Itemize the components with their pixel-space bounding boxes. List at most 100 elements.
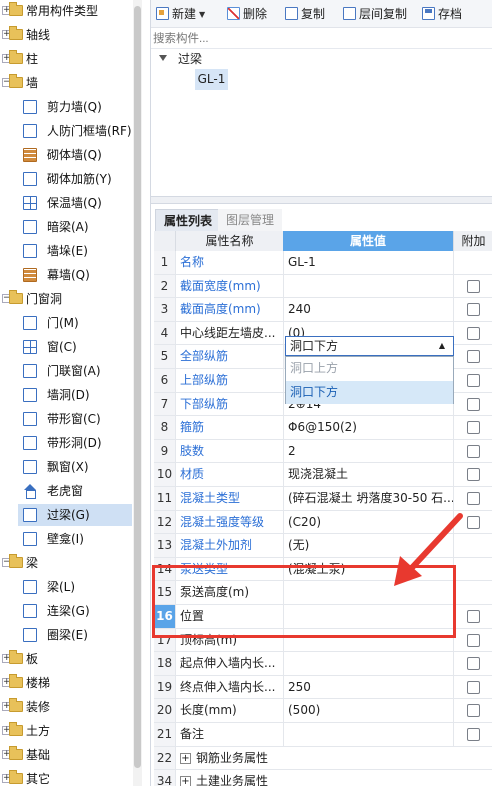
- table-row[interactable]: 18 起点伸入墙内长...: [154, 652, 492, 676]
- table-row[interactable]: 2 截面宽度(mm): [154, 274, 492, 299]
- option-above-opening[interactable]: 洞口上方: [286, 357, 453, 380]
- tree-item-label: 常用构件类型: [26, 4, 99, 19]
- tree-item[interactable]: + 装修: [0, 696, 132, 718]
- attach-checkbox[interactable]: [467, 421, 480, 435]
- attach-checkbox[interactable]: [467, 444, 480, 458]
- tree-item[interactable]: 过梁(G): [18, 504, 132, 527]
- delete-button[interactable]: 删除: [227, 4, 267, 24]
- attach-checkbox[interactable]: [467, 515, 480, 529]
- tree-item[interactable]: − 梁: [0, 552, 132, 574]
- tree-item[interactable]: 幕墙(Q): [18, 264, 132, 286]
- tree-item[interactable]: 墙洞(D): [18, 384, 132, 406]
- tree-item[interactable]: − 门窗洞: [0, 288, 132, 310]
- table-row-group[interactable]: 22 + 钢筋业务属性: [154, 746, 492, 771]
- tree-item[interactable]: + 土方: [0, 720, 132, 742]
- attach-checkbox[interactable]: [467, 680, 480, 694]
- attach-checkbox[interactable]: [467, 633, 480, 647]
- attach-checkbox[interactable]: [467, 704, 480, 718]
- attach-checkbox[interactable]: [467, 279, 480, 293]
- tree-item[interactable]: 梁(L): [18, 576, 132, 598]
- property-name: 截面高度(mm): [175, 298, 283, 321]
- tree-item[interactable]: 砌体加筋(Y): [18, 168, 132, 190]
- property-value[interactable]: Φ6@150(2): [283, 416, 453, 439]
- save-button[interactable]: 存档: [422, 4, 462, 24]
- tree-item[interactable]: 砌体墙(Q): [18, 144, 132, 166]
- attach-checkbox[interactable]: [467, 468, 480, 482]
- search-input[interactable]: [153, 31, 489, 47]
- tree-item[interactable]: 圈梁(E): [18, 624, 132, 646]
- tree-item[interactable]: 人防门框墙(RF): [18, 120, 132, 142]
- property-value[interactable]: [283, 652, 453, 675]
- tree-item[interactable]: + 柱: [0, 48, 132, 70]
- expand-icon[interactable]: +: [180, 776, 191, 786]
- copy-label: 复制: [301, 7, 326, 21]
- extra-cell: [453, 274, 492, 298]
- tab-properties[interactable]: 属性列表: [155, 209, 222, 231]
- tree-scrollbar[interactable]: [133, 0, 142, 786]
- panel-splitter[interactable]: [151, 196, 492, 204]
- tree-item[interactable]: 门联窗(A): [18, 360, 132, 382]
- tree-item[interactable]: 老虎窗: [18, 480, 132, 502]
- collapse-triangle-icon[interactable]: [159, 55, 167, 61]
- attach-checkbox[interactable]: [467, 303, 480, 317]
- tree-scrollbar-thumb[interactable]: [134, 6, 141, 768]
- property-value[interactable]: (500): [283, 699, 453, 722]
- table-row[interactable]: 10 材质 现浇混凝土: [154, 463, 492, 487]
- table-row[interactable]: 19 终点伸入墙内长... 250: [154, 675, 492, 700]
- tree-item[interactable]: 门(M): [18, 312, 132, 334]
- property-value[interactable]: 现浇混凝土: [283, 463, 453, 486]
- option-below-opening[interactable]: 洞口下方: [286, 381, 453, 404]
- attach-checkbox[interactable]: [467, 397, 480, 411]
- position-dropdown[interactable]: 洞口下方 ▲: [285, 336, 454, 356]
- tree-item[interactable]: 带形窗(C): [18, 408, 132, 430]
- tree-item[interactable]: 连梁(G): [18, 600, 132, 622]
- table-row[interactable]: 20 长度(mm) (500): [154, 699, 492, 723]
- attach-checkbox[interactable]: [467, 350, 480, 364]
- attach-checkbox[interactable]: [467, 728, 480, 741]
- attach-checkbox[interactable]: [467, 610, 480, 623]
- expand-icon[interactable]: +: [180, 752, 191, 764]
- tree-item[interactable]: − 墙: [0, 72, 132, 94]
- tree-item[interactable]: + 楼梯: [0, 672, 132, 694]
- copy-button[interactable]: 复制: [285, 4, 325, 24]
- attach-checkbox[interactable]: [467, 657, 480, 671]
- tab-layers[interactable]: 图层管理: [218, 209, 283, 231]
- tree-item[interactable]: + 基础: [0, 744, 132, 766]
- tree-item[interactable]: 暗梁(A): [18, 216, 132, 238]
- tree-item[interactable]: + 常用构件类型: [0, 0, 132, 22]
- property-value[interactable]: [283, 274, 453, 298]
- component-type-tree: + 常用构件类型 + 轴线 + 柱 − 墙剪力墙(Q) 人防门框墙(RF) 砌体墙(Q) 砌体加筋(…: [0, 0, 142, 786]
- floor-copy-button[interactable]: 层间复制: [343, 4, 407, 24]
- property-value[interactable]: GL-1: [283, 251, 453, 274]
- tree-item[interactable]: + 其它: [0, 768, 132, 786]
- property-value[interactable]: 250: [283, 675, 453, 699]
- table-row[interactable]: 8 箍筋 Φ6@150(2): [154, 416, 492, 440]
- table-row[interactable]: 9 肢数 2: [154, 439, 492, 464]
- table-row[interactable]: 3 截面高度(mm) 240: [154, 298, 492, 322]
- tree-item[interactable]: + 轴线: [0, 24, 132, 46]
- table-row[interactable]: 1 名称 GL-1: [154, 251, 492, 275]
- table-row[interactable]: 11 混凝土类型 (碎石混凝土 坍落度30-50 石...: [154, 487, 492, 511]
- tree-item[interactable]: 飘窗(X): [18, 456, 132, 478]
- table-row[interactable]: 21 备注: [154, 723, 492, 747]
- component-group-label[interactable]: 过梁: [178, 50, 202, 68]
- table-row-group[interactable]: 34 + 土建业务属性: [154, 770, 492, 786]
- new-button[interactable]: 新建 ▼: [156, 4, 205, 24]
- tree-item[interactable]: 壁龛(I): [18, 528, 132, 550]
- property-value[interactable]: [283, 723, 453, 746]
- annotation-arrow-icon: [394, 513, 463, 586]
- tree-item[interactable]: 带形洞(D): [18, 432, 132, 454]
- tree-item[interactable]: + 板: [0, 648, 132, 670]
- tree-item[interactable]: 窗(C): [18, 336, 132, 358]
- property-value[interactable]: (碎石混凝土 坍落度30-50 石...: [283, 487, 453, 510]
- tree-item[interactable]: 剪力墙(Q): [18, 96, 132, 118]
- property-value[interactable]: 2: [283, 439, 453, 463]
- attach-checkbox[interactable]: [467, 374, 480, 387]
- coupling-beam-icon: [23, 604, 37, 619]
- tree-item[interactable]: 墙垛(E): [18, 240, 132, 262]
- attach-checkbox[interactable]: [467, 326, 480, 340]
- property-value[interactable]: 240: [283, 298, 453, 321]
- tree-item[interactable]: 保温墙(Q): [18, 192, 132, 214]
- attach-checkbox[interactable]: [467, 492, 480, 505]
- component-item-gl1[interactable]: GL-1: [195, 69, 228, 90]
